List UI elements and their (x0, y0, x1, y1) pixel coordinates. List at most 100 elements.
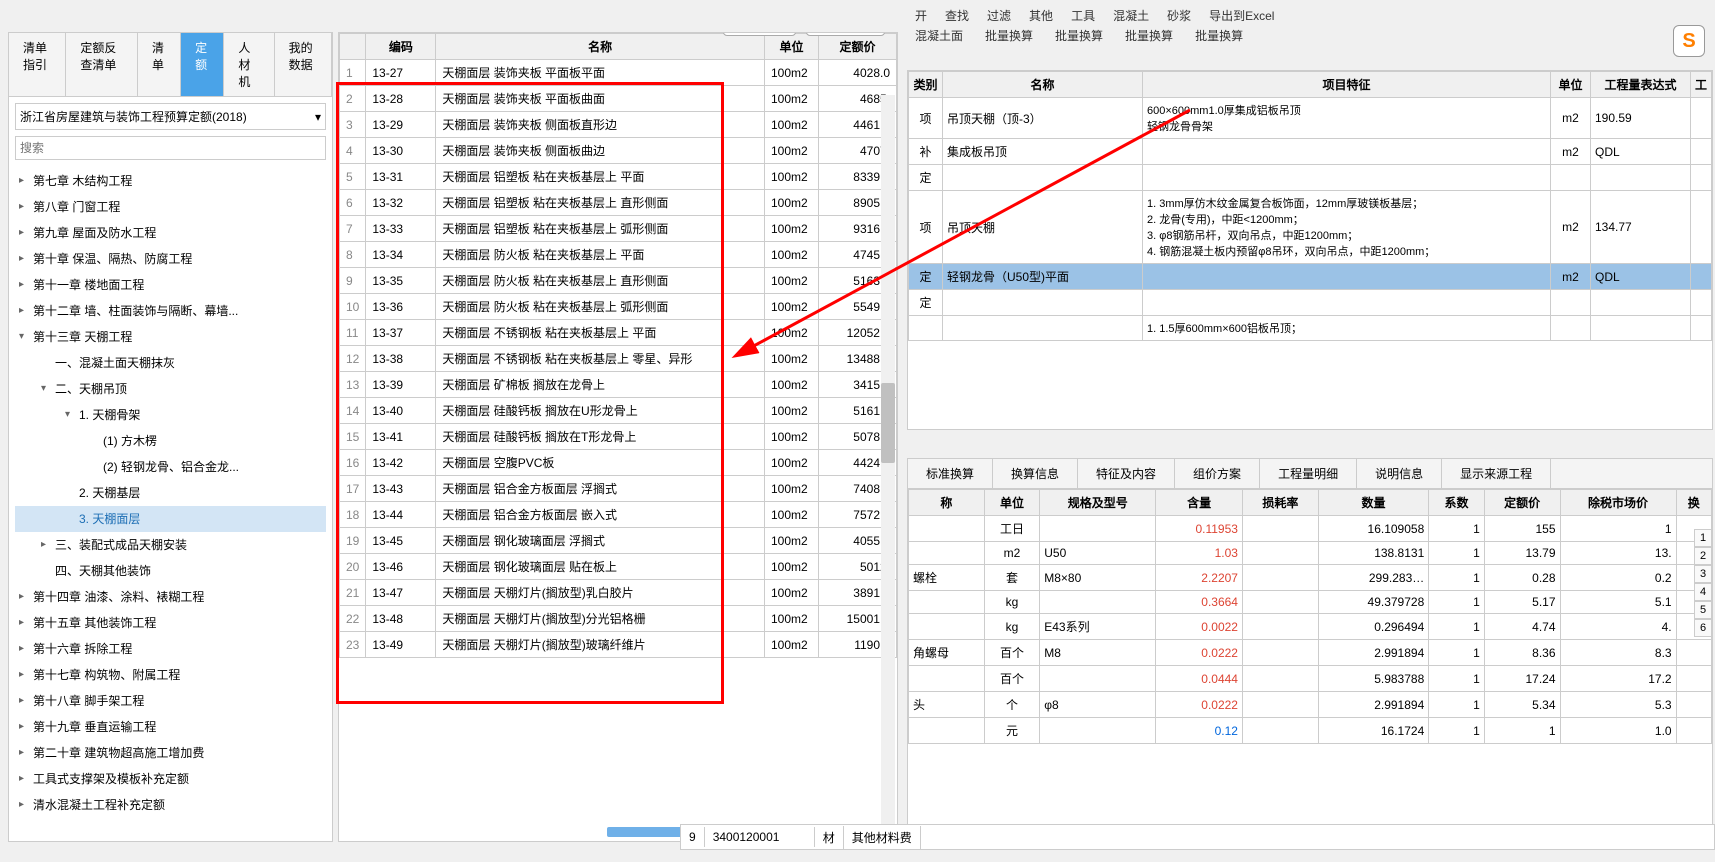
col-header[interactable]: 换 (1676, 490, 1711, 516)
menu-item[interactable]: 开 (915, 7, 927, 24)
table-row[interactable]: 2213-48天棚面层 天棚灯片(搁放型)分光铝格栅100m215001.8 (340, 606, 897, 632)
table-row[interactable]: 补集成板吊顶m2QDL (909, 139, 1712, 165)
row-num[interactable]: 3 (1694, 565, 1712, 583)
tab-0[interactable]: 清单指引 (9, 33, 66, 96)
table-row[interactable]: 定 (909, 290, 1712, 316)
col-header[interactable]: 类别 (909, 72, 943, 98)
table-row[interactable]: 2113-47天棚面层 天棚灯片(搁放型)乳白胶片100m23891.8 (340, 580, 897, 606)
table-row[interactable]: 413-30天棚面层 装饰夹板 侧面板曲边100m24707. (340, 138, 897, 164)
submenu-item[interactable]: 混凝土面 (915, 27, 963, 44)
col-header[interactable]: 定额价 (1484, 490, 1560, 516)
tree-node[interactable]: 第十八章 脚手架工程 (15, 688, 326, 714)
replace-button[interactable]: 替换(R) (806, 32, 885, 36)
tree-node[interactable]: 第十九章 垂直运输工程 (15, 714, 326, 740)
col-header[interactable]: 项目特征 (1143, 72, 1551, 98)
ime-indicator[interactable]: S (1673, 25, 1705, 57)
table-row[interactable]: 百个0.04445.983788117.2417.2 (909, 666, 1712, 692)
tree-node[interactable]: 一、混凝土面天棚抹灰 (15, 350, 326, 376)
detail-tab[interactable]: 说明信息 (1357, 459, 1442, 488)
col-header[interactable]: 工程量表达式 (1590, 72, 1690, 98)
col-header[interactable]: 除税市场价 (1560, 490, 1676, 516)
tab-1[interactable]: 定额反查清单 (66, 33, 138, 96)
table-row[interactable]: 1413-40天棚面层 硅酸钙板 搁放在U形龙骨上100m25161.3 (340, 398, 897, 424)
table-row[interactable]: 工日0.1195316.10905811551 (909, 516, 1712, 542)
col-header[interactable]: 损耗率 (1242, 490, 1318, 516)
row-num[interactable]: 1 (1694, 529, 1712, 547)
tree-node[interactable]: 工具式支撑架及模板补充定额 (15, 766, 326, 792)
tree-node[interactable]: (2) 轻钢龙骨、铝合金龙... (15, 454, 326, 480)
submenu-item[interactable]: 批量换算 (1125, 27, 1173, 44)
col-header[interactable]: 编码 (366, 34, 436, 60)
table-row[interactable]: 213-28天棚面层 装饰夹板 平面板曲面100m24685. (340, 86, 897, 112)
table-row[interactable]: 1213-38天棚面层 不锈钢板 粘在夹板基层上 零星、异形100m213488… (340, 346, 897, 372)
col-header[interactable]: 规格及型号 (1040, 490, 1156, 516)
quota-dropdown[interactable]: 浙江省房屋建筑与装饰工程预算定额(2018) ▾ (15, 103, 326, 130)
col-header[interactable]: 数量 (1318, 490, 1429, 516)
menu-item[interactable]: 砂浆 (1167, 7, 1191, 24)
table-row[interactable]: 1613-42天棚面层 空腹PVC板100m24424.4 (340, 450, 897, 476)
table-row[interactable]: 项吊顶天棚1. 3mm厚仿木纹金属复合板饰面，12mm厚玻镁板基层； 2. 龙骨… (909, 191, 1712, 264)
menu-item[interactable]: 混凝土 (1113, 7, 1149, 24)
col-header[interactable]: 名称 (943, 72, 1143, 98)
table-row[interactable]: kgE43系列0.00220.29649414.744. (909, 614, 1712, 640)
table-row[interactable]: 2013-46天棚面层 钢化玻璃面层 贴在板上100m25012. (340, 554, 897, 580)
tree-node[interactable]: 第九章 屋面及防水工程 (15, 220, 326, 246)
submenu-item[interactable]: 批量换算 (1195, 27, 1243, 44)
tree-node[interactable]: 3. 天棚面层 (15, 506, 326, 532)
col-header[interactable]: 单位 (984, 490, 1040, 516)
tree-node[interactable]: 第八章 门窗工程 (15, 194, 326, 220)
table-row[interactable]: 头个φ80.02222.99189415.345.3 (909, 692, 1712, 718)
table-row[interactable]: 1013-36天棚面层 防火板 粘在夹板基层上 弧形侧面100m25549.1 (340, 294, 897, 320)
insert-button[interactable]: 插入(I) (723, 32, 796, 36)
detail-tab[interactable]: 显示来源工程 (1442, 459, 1551, 488)
tab-3[interactable]: 定额 (181, 33, 224, 96)
tree-node[interactable]: 第二十章 建筑物超高施工增加费 (15, 740, 326, 766)
table-row[interactable]: 1713-43天棚面层 铝合金方板面层 浮搁式100m27408.9 (340, 476, 897, 502)
quota-table[interactable]: 编码名称单位定额价 113-27天棚面层 装饰夹板 平面板平面100m24028… (339, 33, 897, 658)
col-header[interactable]: 系数 (1429, 490, 1485, 516)
tree-node[interactable]: 第十五章 其他装饰工程 (15, 610, 326, 636)
table-row[interactable]: 1513-41天棚面层 硅酸钙板 搁放在T形龙骨上100m25078.2 (340, 424, 897, 450)
search-box[interactable] (15, 136, 326, 160)
row-selector[interactable]: 123456 (1694, 529, 1712, 637)
submenu-item[interactable]: 批量换算 (985, 27, 1033, 44)
row-num[interactable]: 4 (1694, 583, 1712, 601)
table-row[interactable]: m2U501.03138.8131113.7913. (909, 542, 1712, 565)
table-row[interactable]: 螺栓套M8×802.2207299.283…10.280.2 (909, 565, 1712, 591)
table-row[interactable]: 313-29天棚面层 装饰夹板 侧面板直形边100m24461.2 (340, 112, 897, 138)
detail-tab[interactable]: 标准换算 (908, 459, 993, 488)
menu-item[interactable]: 导出到Excel (1209, 7, 1274, 24)
detail-tab[interactable]: 特征及内容 (1078, 459, 1175, 488)
tree-node[interactable]: 第七章 木结构工程 (15, 168, 326, 194)
item-table[interactable]: 类别名称项目特征单位工程量表达式工 项吊顶天棚（顶-3）600×600mm1.0… (908, 71, 1712, 341)
detail-table[interactable]: 称单位规格及型号含量损耗率数量系数定额价除税市场价换 工日0.1195316.1… (908, 489, 1712, 744)
menu-item[interactable]: 工具 (1071, 7, 1095, 24)
table-row[interactable]: 1113-37天棚面层 不锈钢板 粘在夹板基层上 平面100m212052.2 (340, 320, 897, 346)
table-row[interactable]: 1. 1.5厚600mm×600铝板吊顶； (909, 316, 1712, 341)
search-input[interactable] (20, 141, 321, 155)
col-header[interactable]: 含量 (1156, 490, 1243, 516)
tree-node[interactable]: (1) 方木楞 (15, 428, 326, 454)
tree-node[interactable]: 第十六章 拆除工程 (15, 636, 326, 662)
tree-node[interactable]: 2. 天棚基层 (15, 480, 326, 506)
table-row[interactable]: 813-34天棚面层 防火板 粘在夹板基层上 平面100m24745.2 (340, 242, 897, 268)
tree-node[interactable]: 二、天棚吊顶 (15, 376, 326, 402)
menu-item[interactable]: 查找 (945, 7, 969, 24)
menu-item[interactable]: 过滤 (987, 7, 1011, 24)
tree-node[interactable]: 第十二章 墙、柱面装饰与隔断、幕墙... (15, 298, 326, 324)
tree-node[interactable]: 第十七章 构筑物、附属工程 (15, 662, 326, 688)
table-row[interactable]: kg0.366449.37972815.175.1 (909, 591, 1712, 614)
table-row[interactable]: 2313-49天棚面层 天棚灯片(搁放型)玻璃纤维片100m21190.1 (340, 632, 897, 658)
submenu-item[interactable]: 批量换算 (1055, 27, 1103, 44)
tab-5[interactable]: 我的数据 (275, 33, 332, 96)
table-row[interactable]: 定 (909, 165, 1712, 191)
menu-item[interactable]: 其他 (1029, 7, 1053, 24)
row-num[interactable]: 2 (1694, 547, 1712, 565)
table-row[interactable]: 713-33天棚面层 铝塑板 粘在夹板基层上 弧形侧面100m29316.2 (340, 216, 897, 242)
tree-node[interactable]: 三、装配式成品天棚安装 (15, 532, 326, 558)
col-header[interactable]: 工 (1690, 72, 1711, 98)
tree-node[interactable]: 1. 天棚骨架 (15, 402, 326, 428)
table-row[interactable]: 元0.1216.1724111.0 (909, 718, 1712, 744)
tree-node[interactable]: 清水混凝土工程补充定额 (15, 792, 326, 818)
table-row[interactable]: 项吊顶天棚（顶-3）600×600mm1.0厚集成铝板吊顶 轻钢龙骨骨架m219… (909, 98, 1712, 139)
